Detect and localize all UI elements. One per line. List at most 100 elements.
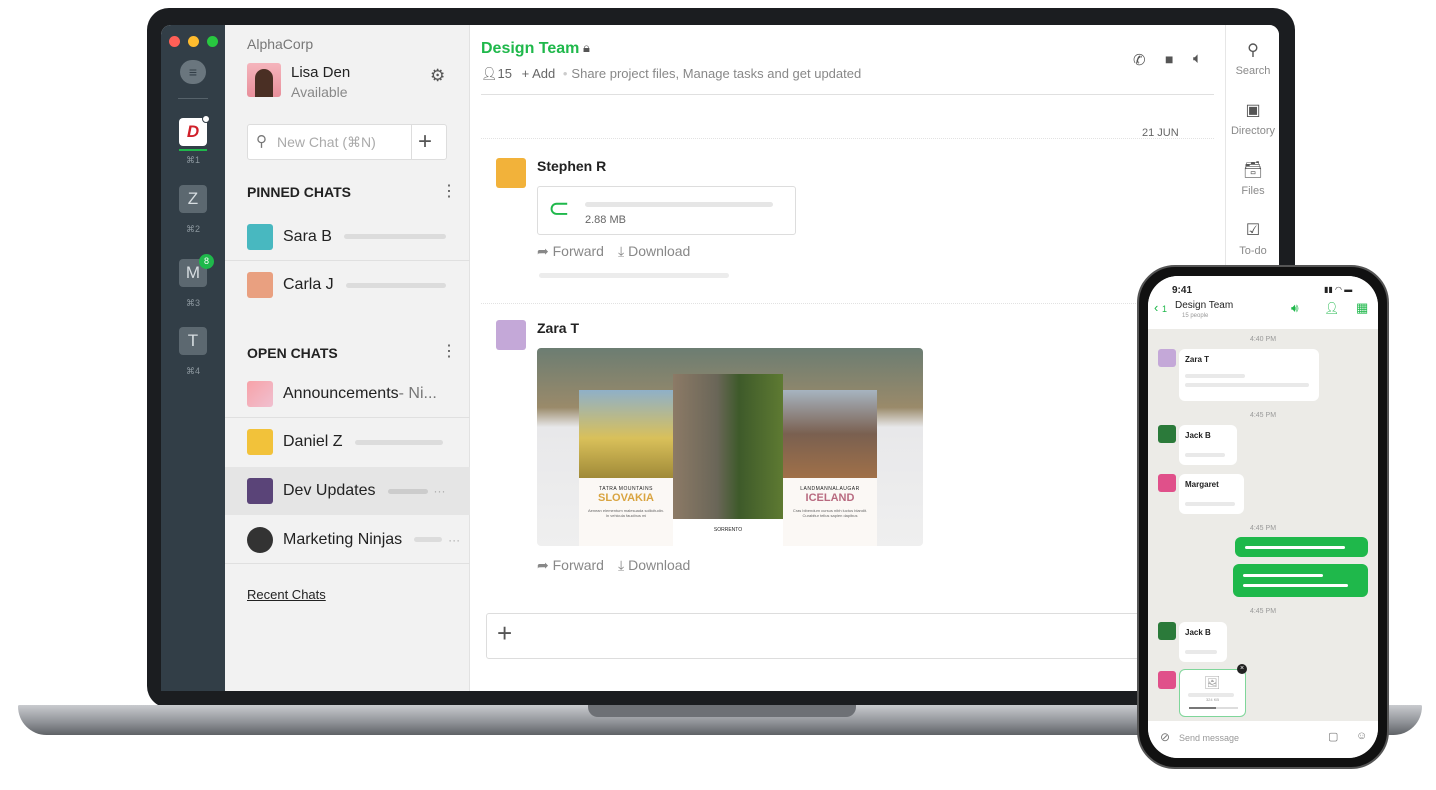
recent-chats-link[interactable]: Recent Chats	[247, 587, 326, 602]
chat-name: Dev Updates	[283, 482, 376, 499]
pinned-more-icon[interactable]: ⋮	[441, 181, 457, 201]
avatar	[1158, 622, 1176, 640]
user-avatar[interactable]	[247, 63, 281, 97]
add-person-icon[interactable]: 👤︎	[1324, 301, 1339, 315]
file-attachment[interactable]: ⊂ 2.88 MB	[537, 186, 796, 235]
chat-item-marketing-ninjas[interactable]: Marketing Ninjas ···	[225, 516, 470, 564]
file-size: 2.88 MB	[585, 214, 626, 226]
status-dot	[202, 115, 210, 123]
workspace-rail: ≡ D ⌘1 Z ⌘2 M 8 ⌘3 T ⌘4	[161, 25, 225, 691]
chat-name: Marketing Ninjas	[283, 530, 403, 548]
stephen-avatar[interactable]	[496, 158, 526, 188]
search-icon: ⚲	[1247, 42, 1259, 59]
mobile-channel-title: Design Team	[1175, 300, 1234, 311]
chat-name: Announcements	[283, 384, 399, 402]
message-composer[interactable]: +	[486, 613, 1206, 659]
user-name: Lisa Den	[291, 64, 351, 81]
preview-placeholder	[387, 488, 428, 494]
file-name-placeholder	[585, 202, 773, 207]
search-tab[interactable]: ⚲ Search	[1226, 40, 1279, 77]
sent-message[interactable]	[1233, 564, 1368, 597]
open-more-icon[interactable]: ⋮	[441, 341, 457, 361]
add-chat-button[interactable]: +	[418, 128, 432, 156]
preview-placeholder	[345, 282, 446, 288]
attach-plus-button[interactable]: +	[497, 618, 512, 649]
channel-title: Design Team	[481, 40, 580, 57]
message-bubble[interactable]: Margaret	[1179, 474, 1244, 514]
grid-icon[interactable]: ▦	[1356, 300, 1368, 316]
divider	[481, 303, 1214, 304]
uploading-image[interactable]: 🖼︎ 324 KB	[1179, 669, 1246, 717]
maximize-window-button[interactable]	[207, 36, 218, 47]
forward-button[interactable]: ➦ Forward	[537, 557, 604, 574]
minimize-window-button[interactable]	[188, 36, 199, 47]
attach-icon[interactable]: ⊘	[1160, 730, 1170, 744]
edit-icon[interactable]: ▢	[1328, 730, 1338, 743]
preview-placeholder	[414, 537, 443, 542]
settings-gear-icon[interactable]: ⚙	[430, 66, 445, 86]
member-count[interactable]: 15	[498, 66, 512, 81]
chat-suffix: - Ni...	[398, 384, 437, 402]
shortcut-label: ⌘4	[185, 366, 200, 376]
poster-sorrento: SORRENTO	[673, 374, 783, 546]
download-button[interactable]: ⤓ Download	[618, 557, 690, 574]
shortcut-label: ⌘1	[185, 155, 200, 165]
cancel-upload-button[interactable]: ×	[1237, 664, 1247, 674]
message-bubble[interactable]: Jack B	[1179, 425, 1237, 465]
directory-tab[interactable]: ▣ Directory	[1226, 100, 1279, 137]
megaphone-icon	[247, 380, 273, 407]
sticker-icon[interactable]: ☺	[1356, 730, 1367, 742]
message-bubble[interactable]: Zara T	[1179, 349, 1319, 401]
open-chats-heading: OPEN CHATS	[247, 345, 338, 361]
divider	[481, 138, 1214, 139]
todo-tab[interactable]: ☑ To-do	[1226, 220, 1279, 257]
preview-placeholder	[354, 439, 443, 445]
back-button[interactable]: ‹ 1	[1154, 300, 1167, 315]
chat-item-daniel-z[interactable]: Daniel Z	[225, 418, 470, 466]
download-button[interactable]: ⤓ Download	[618, 243, 690, 260]
message-bubble[interactable]: Jack B	[1179, 622, 1227, 662]
zara-avatar[interactable]	[496, 320, 526, 350]
search-input[interactable]: New Chat (⌘N)	[277, 134, 376, 151]
ellipsis: ···	[433, 484, 446, 498]
avatar	[1158, 349, 1176, 367]
sent-message[interactable]	[1235, 537, 1368, 557]
mobile-app: 9:41 ▮▮ ◠ ▬ ‹ 1 Design Team 15 people 🔊︎…	[1148, 276, 1378, 758]
poster-slovakia: TATRA MOUNTAINS SLOVAKIA Aenean elementu…	[579, 390, 673, 546]
sidebar: AlphaCorp Lisa Den Available ⚙ ⚲ New Cha…	[225, 25, 470, 691]
mobile-composer: ⊘ Send message ▢ ☺	[1148, 721, 1378, 758]
avatar	[247, 223, 273, 250]
speaker-icon[interactable]: 🔊︎	[1291, 301, 1299, 316]
files-tab[interactable]: 🗃︎ Files	[1226, 160, 1279, 197]
message-input[interactable]: Send message	[1179, 733, 1239, 743]
divider	[178, 98, 208, 99]
chat-item-announcements[interactable]: Announcements - Ni...	[225, 370, 470, 418]
call-icon[interactable]: ✆	[1133, 51, 1146, 69]
mobile-header: 9:41 ▮▮ ◠ ▬ ‹ 1 Design Team 15 people 🔊︎…	[1148, 276, 1378, 329]
header-divider	[481, 94, 1214, 95]
close-window-button[interactable]	[169, 36, 180, 47]
workspace-z[interactable]: Z	[179, 185, 207, 213]
chat-item-carla-j[interactable]: Carla J	[225, 261, 470, 309]
speaker-icon[interactable]: 🔈︎	[1193, 50, 1202, 67]
upload-progress	[1189, 707, 1238, 709]
members-icon: 👤︎	[481, 66, 498, 81]
status-icons: ▮▮ ◠ ▬	[1324, 285, 1353, 294]
placeholder-line	[539, 273, 729, 278]
add-member-button[interactable]: + Add	[522, 66, 556, 81]
new-chat-search[interactable]: ⚲ New Chat (⌘N) +	[247, 124, 447, 160]
message-author: Stephen R	[537, 158, 607, 174]
chat-item-dev-updates[interactable]: Dev Updates ···	[225, 467, 470, 515]
video-icon[interactable]: ■	[1165, 51, 1173, 67]
workspace-t[interactable]: T	[179, 327, 207, 355]
desktop-app: ≡ D ⌘1 Z ⌘2 M 8 ⌘3 T ⌘4 AlphaCorp Lisa D…	[161, 25, 1279, 691]
image-attachment[interactable]: TATRA MOUNTAINS SLOVAKIA Aenean elementu…	[537, 348, 923, 546]
active-indicator	[179, 149, 207, 151]
phone-frame: 9:41 ▮▮ ◠ ▬ ‹ 1 Design Team 15 people 🔊︎…	[1137, 265, 1389, 769]
ellipsis: ···	[448, 532, 461, 547]
avatar	[1158, 474, 1176, 492]
chat-item-sara-b[interactable]: Sara B	[225, 213, 470, 261]
user-status[interactable]: Available	[291, 84, 348, 100]
time-divider: 4:45 PM	[1249, 412, 1277, 419]
forward-button[interactable]: ➦ Forward	[537, 243, 604, 260]
